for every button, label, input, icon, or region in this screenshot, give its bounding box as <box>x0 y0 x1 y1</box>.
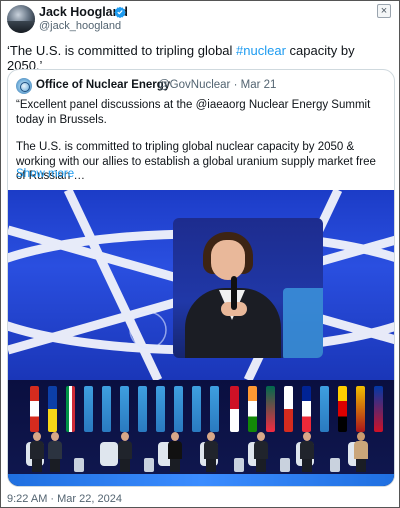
tweet-text-start: ‘The U.S. is committed to tripling globa… <box>7 43 237 58</box>
author-handle[interactable]: @jack_hoogland <box>39 20 121 32</box>
panel-stage <box>8 380 394 486</box>
tweet-timestamp[interactable]: 9:22 AM · Mar 22, 2024 <box>7 493 122 505</box>
tweet-photo[interactable] <box>8 190 394 486</box>
stage-screen <box>8 190 394 380</box>
quoted-text-paragraph-1: “Excellent panel discussions at the @iae… <box>16 99 371 126</box>
close-icon[interactable]: × <box>377 4 391 18</box>
hashtag-link[interactable]: #nuclear <box>236 43 286 58</box>
microphone-icon <box>231 276 237 310</box>
verified-badge-icon <box>114 6 126 18</box>
show-more-link[interactable]: Show more <box>16 168 74 180</box>
quoted-author-name[interactable]: Office of Nuclear Energy <box>36 79 170 91</box>
quoted-tweet-card[interactable]: Office of Nuclear Energy @GovNuclear · M… <box>7 69 395 487</box>
author-avatar[interactable] <box>7 5 35 33</box>
quoted-handle-date[interactable]: @GovNuclear · Mar 21 <box>158 79 276 91</box>
speaker-video-panel <box>173 218 323 358</box>
quoted-avatar[interactable] <box>16 78 32 94</box>
tweet-window: Jack Hoogland @jack_hoogland × ‘The U.S.… <box>0 0 400 508</box>
